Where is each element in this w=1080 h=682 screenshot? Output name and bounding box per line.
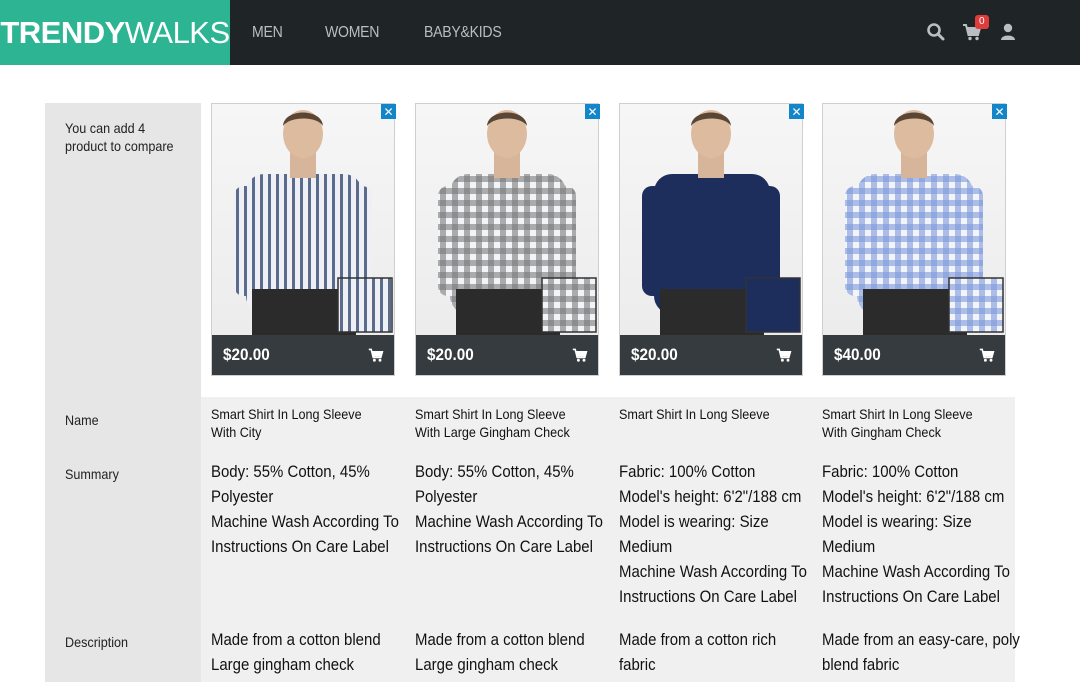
description-line: blend fabric [822,655,900,674]
cart-icon[interactable]: 0 [962,15,989,42]
summary-line: Fabric: 100% Cotton [619,462,756,481]
description-line: Made from an easy-care, poly [822,630,1020,649]
search-icon[interactable] [926,22,946,42]
remove-product-button[interactable]: ✕ [789,104,804,119]
user-icon[interactable] [998,22,1018,42]
product-card[interactable]: ✕ $20.00 [415,103,600,376]
product-price: $20.00 [427,345,474,364]
price-bar: $20.00 [212,335,394,375]
description-line: Made from a cotton blend [415,630,585,649]
remove-product-button[interactable]: ✕ [585,104,600,119]
row-label-summary: Summary [65,466,119,482]
summary-line: Body: 55% Cotton, 45% [211,462,370,481]
add-to-cart-icon[interactable] [572,347,588,363]
summary-line: Polyester [211,487,274,506]
add-to-cart-icon[interactable] [368,347,384,363]
add-to-cart-icon[interactable] [979,347,995,363]
summary-line: Instructions On Care Label [619,587,797,606]
product-summary: Fabric: 100% Cotton Model's height: 6'2"/… [822,459,1022,609]
product-card[interactable]: ✕ $20.00 [619,103,804,376]
product-name[interactable]: Smart Shirt In Long Sleeve [619,405,790,423]
product-summary: Body: 55% Cotton, 45% Polyester Machine Wa… [211,459,411,559]
remove-product-button[interactable]: ✕ [381,104,396,119]
description-line: Made from a cotton rich [619,630,777,649]
summary-line: Instructions On Care Label [415,537,593,556]
brand-logo-bold: TRENDY [0,14,125,50]
row-label-name: Name [65,412,99,428]
price-bar: $20.00 [416,335,598,375]
product-price: $20.00 [223,345,270,364]
compare-label-column: You can add 4 product to compare Name Su… [45,103,201,682]
summary-line: Polyester [415,487,478,506]
main-nav: MEN WOMEN BABY&KIDS [252,0,550,65]
summary-line: Fabric: 100% Cotton [822,462,959,481]
product-image[interactable] [620,104,802,336]
summary-line: Machine Wash According To [415,512,603,531]
compare-table: You can add 4 product to compare Name Su… [45,103,1020,682]
header-icons: 0 [910,15,1018,42]
product-card[interactable]: ✕ $20.00 [211,103,396,376]
summary-line: Machine Wash According To [211,512,399,531]
product-description: Made from a cotton rich fabric [619,627,819,677]
summary-line: Model is wearing: Size [822,512,972,531]
nav-item-men[interactable]: MEN [252,24,283,42]
summary-line: Instructions On Care Label [211,537,389,556]
product-description: Made from a cotton blend Large gingham ch… [415,627,615,677]
summary-line: Instructions On Care Label [822,587,1000,606]
product-description: Made from an easy-care, poly blend fabric [822,627,1022,677]
summary-line: Model's height: 6'2"/188 cm [822,487,1005,506]
description-line: Made from a cotton blend [211,630,381,649]
brand-logo-light: WALKS [124,14,230,50]
summary-line: Medium [822,537,876,556]
remove-product-button[interactable]: ✕ [992,104,1007,119]
nav-item-women[interactable]: WOMEN [325,24,379,42]
description-line: Large gingham check [415,655,559,674]
description-line: fabric [619,655,656,674]
product-price: $20.00 [631,345,678,364]
product-image[interactable] [416,104,598,336]
summary-line: Body: 55% Cotton, 45% [415,462,574,481]
price-bar: $20.00 [620,335,802,375]
brand-logo[interactable]: TRENDY WALKS [0,0,230,65]
price-bar: $40.00 [823,335,1005,375]
row-label-description: Description [65,634,129,650]
description-line: Large gingham check [211,655,355,674]
cart-count-badge: 0 [975,15,989,29]
product-summary: Body: 55% Cotton, 45% Polyester Machine Wa… [415,459,615,559]
summary-line: Medium [619,537,673,556]
product-description: Made from a cotton blend Large gingham ch… [211,627,411,677]
product-image[interactable] [823,104,1005,336]
product-image[interactable] [212,104,394,336]
top-header: TRENDY WALKS MEN WOMEN BABY&KIDS 0 [0,0,1080,65]
nav-item-baby-kids[interactable]: BABY&KIDS [424,24,502,42]
summary-line: Model's height: 6'2"/188 cm [619,487,802,506]
compare-intro: You can add 4 product to compare [65,120,174,154]
summary-line: Machine Wash According To [822,562,1010,581]
product-card[interactable]: ✕ $40.00 [822,103,1007,376]
summary-line: Machine Wash According To [619,562,807,581]
product-name[interactable]: Smart Shirt In Long Sleeve With Gingham … [822,405,993,441]
product-summary: Fabric: 100% Cotton Model's height: 6'2"/… [619,459,819,609]
add-to-cart-icon[interactable] [776,347,792,363]
product-name[interactable]: Smart Shirt In Long Sleeve With Large Gi… [415,405,586,441]
product-name[interactable]: Smart Shirt In Long Sleeve With City [211,405,382,441]
summary-line: Model is wearing: Size [619,512,769,531]
product-price: $40.00 [834,345,881,364]
